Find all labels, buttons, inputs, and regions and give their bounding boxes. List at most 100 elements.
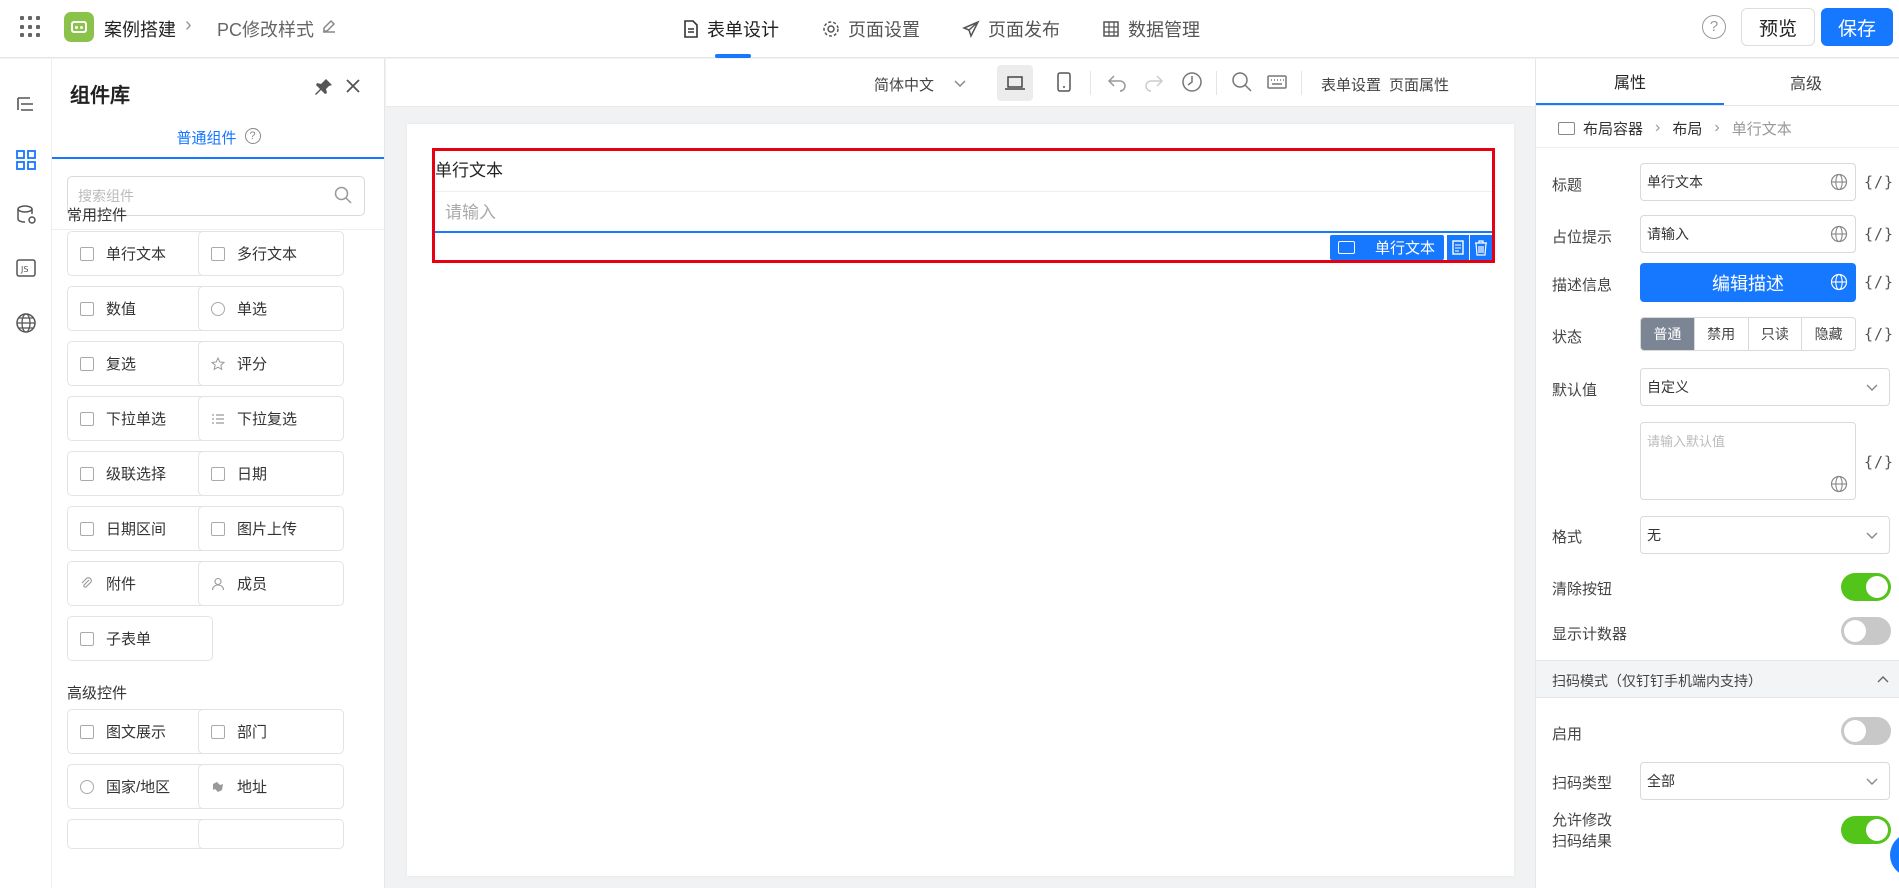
cascader-icon: [80, 466, 94, 481]
outline-tree-icon[interactable]: [8, 87, 44, 123]
scan-enable-toggle[interactable]: [1841, 717, 1891, 745]
tab-form-design[interactable]: 表单设计: [683, 0, 779, 58]
gear-icon: [823, 21, 839, 37]
language-select[interactable]: 简体中文: [874, 74, 934, 95]
component-more[interactable]: [67, 819, 213, 849]
component-image-upload[interactable]: 图片上传: [198, 506, 344, 551]
help-icon[interactable]: ?: [244, 128, 261, 144]
component-select[interactable]: 下拉单选: [67, 396, 213, 441]
placeholder-input[interactable]: [1640, 215, 1856, 253]
default-value-mode-select[interactable]: 自定义: [1640, 368, 1890, 406]
component-label: 成员: [237, 576, 268, 593]
component-multi-select[interactable]: 下拉复选: [198, 396, 344, 441]
component-rating[interactable]: 评分: [198, 341, 344, 386]
undo-icon[interactable]: [1106, 71, 1128, 93]
title-input[interactable]: [1640, 163, 1856, 201]
clear-button-toggle[interactable]: [1841, 573, 1891, 601]
search-icon[interactable]: [1231, 71, 1253, 93]
default-value-textarea[interactable]: [1640, 422, 1856, 500]
selected-field[interactable]: 单行文本 单行文本: [432, 148, 1495, 263]
scan-type-select[interactable]: 全部: [1640, 762, 1890, 800]
breadcrumb-app[interactable]: 案例搭建: [104, 16, 176, 42]
component-subform[interactable]: 子表单: [67, 616, 213, 661]
search-icon[interactable]: [334, 186, 352, 204]
data-source-icon[interactable]: [8, 197, 44, 233]
component-tag[interactable]: 单行文本: [1330, 235, 1444, 260]
component-address[interactable]: 地址: [198, 764, 344, 809]
page-props-link[interactable]: 页面属性: [1389, 74, 1449, 95]
variable-binding-icon[interactable]: {/}: [1864, 325, 1894, 343]
checkbox-icon: [80, 356, 94, 371]
variable-binding-icon[interactable]: {/}: [1864, 225, 1894, 243]
js-code-icon[interactable]: JS: [8, 250, 44, 286]
variable-binding-icon[interactable]: {/}: [1864, 453, 1894, 471]
redo-icon[interactable]: [1143, 71, 1165, 93]
variable-binding-icon[interactable]: {/}: [1864, 173, 1894, 191]
variable-binding-icon[interactable]: {/}: [1864, 273, 1894, 291]
state-disabled[interactable]: 禁用: [1695, 318, 1749, 350]
tab-page-settings[interactable]: 页面设置: [822, 0, 920, 58]
component-attachment[interactable]: 附件: [67, 561, 213, 606]
globe-icon: [80, 779, 94, 794]
app-grid-icon[interactable]: [20, 16, 42, 38]
document-icon: [684, 20, 698, 38]
scan-mode-section[interactable]: 扫码模式（仅钉钉手机端内支持）: [1536, 660, 1899, 698]
component-more[interactable]: [198, 819, 344, 849]
format-select[interactable]: 无: [1640, 516, 1890, 554]
delete-button[interactable]: [1470, 235, 1492, 260]
globe-icon[interactable]: [1830, 225, 1848, 243]
component-cascader[interactable]: 级联选择: [67, 451, 213, 496]
tab-page-publish[interactable]: 页面发布: [962, 0, 1060, 58]
globe-icon[interactable]: [1830, 475, 1848, 493]
article-icon: [80, 724, 94, 739]
component-rich-display[interactable]: 图文展示: [67, 709, 213, 754]
counter-toggle[interactable]: [1841, 617, 1891, 645]
component-label: 下拉单选: [106, 411, 167, 428]
breadcrumb-item[interactable]: 布局: [1672, 118, 1702, 139]
component-radio[interactable]: 单选: [198, 286, 344, 331]
component-department[interactable]: 部门: [198, 709, 344, 754]
copy-button[interactable]: [1447, 235, 1469, 260]
globe-icon[interactable]: [1830, 273, 1848, 291]
tab-properties[interactable]: 属性: [1536, 59, 1724, 105]
tab-data-management[interactable]: 数据管理: [1102, 0, 1200, 58]
tab-advanced[interactable]: 高级: [1712, 59, 1899, 105]
allow-edit-toggle[interactable]: [1841, 816, 1891, 844]
desktop-view-button[interactable]: [997, 65, 1033, 101]
edit-description-button[interactable]: 编辑描述: [1640, 263, 1856, 302]
tab-common-components[interactable]: 普通组件 ?: [52, 127, 384, 159]
state-normal[interactable]: 普通: [1641, 318, 1695, 350]
component-date-range[interactable]: 日期区间: [67, 506, 213, 551]
textarea-icon: [211, 246, 225, 261]
chevron-down-icon[interactable]: [952, 75, 968, 91]
enable-label: 启用: [1552, 726, 1583, 743]
components-icon[interactable]: [8, 142, 44, 178]
component-breadcrumb: 布局容器 › 布局 › 单行文本: [1558, 113, 1792, 143]
keyboard-icon[interactable]: [1266, 71, 1288, 93]
state-hidden[interactable]: 隐藏: [1802, 318, 1855, 350]
globe-icon[interactable]: [1830, 173, 1848, 191]
state-readonly[interactable]: 只读: [1749, 318, 1803, 350]
form-settings-link[interactable]: 表单设置: [1321, 74, 1381, 95]
globe-icon[interactable]: [8, 305, 44, 341]
component-checkbox[interactable]: 复选: [67, 341, 213, 386]
history-icon[interactable]: [1181, 71, 1203, 93]
edit-icon[interactable]: [320, 17, 338, 35]
mobile-view-icon[interactable]: [1056, 71, 1072, 93]
preview-button[interactable]: 预览: [1741, 8, 1815, 46]
save-button[interactable]: 保存: [1821, 8, 1893, 46]
subform-icon: [80, 631, 94, 646]
single-text-input[interactable]: [435, 195, 1492, 233]
tab-label: 普通组件: [176, 130, 237, 147]
component-number[interactable]: 数值: [67, 286, 213, 331]
component-date[interactable]: 日期: [198, 451, 344, 496]
component-multi-text[interactable]: 多行文本: [198, 231, 344, 276]
component-member[interactable]: 成员: [198, 561, 344, 606]
counter-label: 显示计数器: [1552, 626, 1628, 643]
breadcrumb-item[interactable]: 布局容器: [1583, 118, 1643, 139]
component-country[interactable]: 国家/地区: [67, 764, 213, 809]
component-single-text[interactable]: 单行文本: [67, 231, 213, 276]
close-icon[interactable]: [344, 77, 362, 95]
pin-icon[interactable]: [314, 77, 334, 97]
help-icon[interactable]: ?: [1702, 15, 1726, 39]
